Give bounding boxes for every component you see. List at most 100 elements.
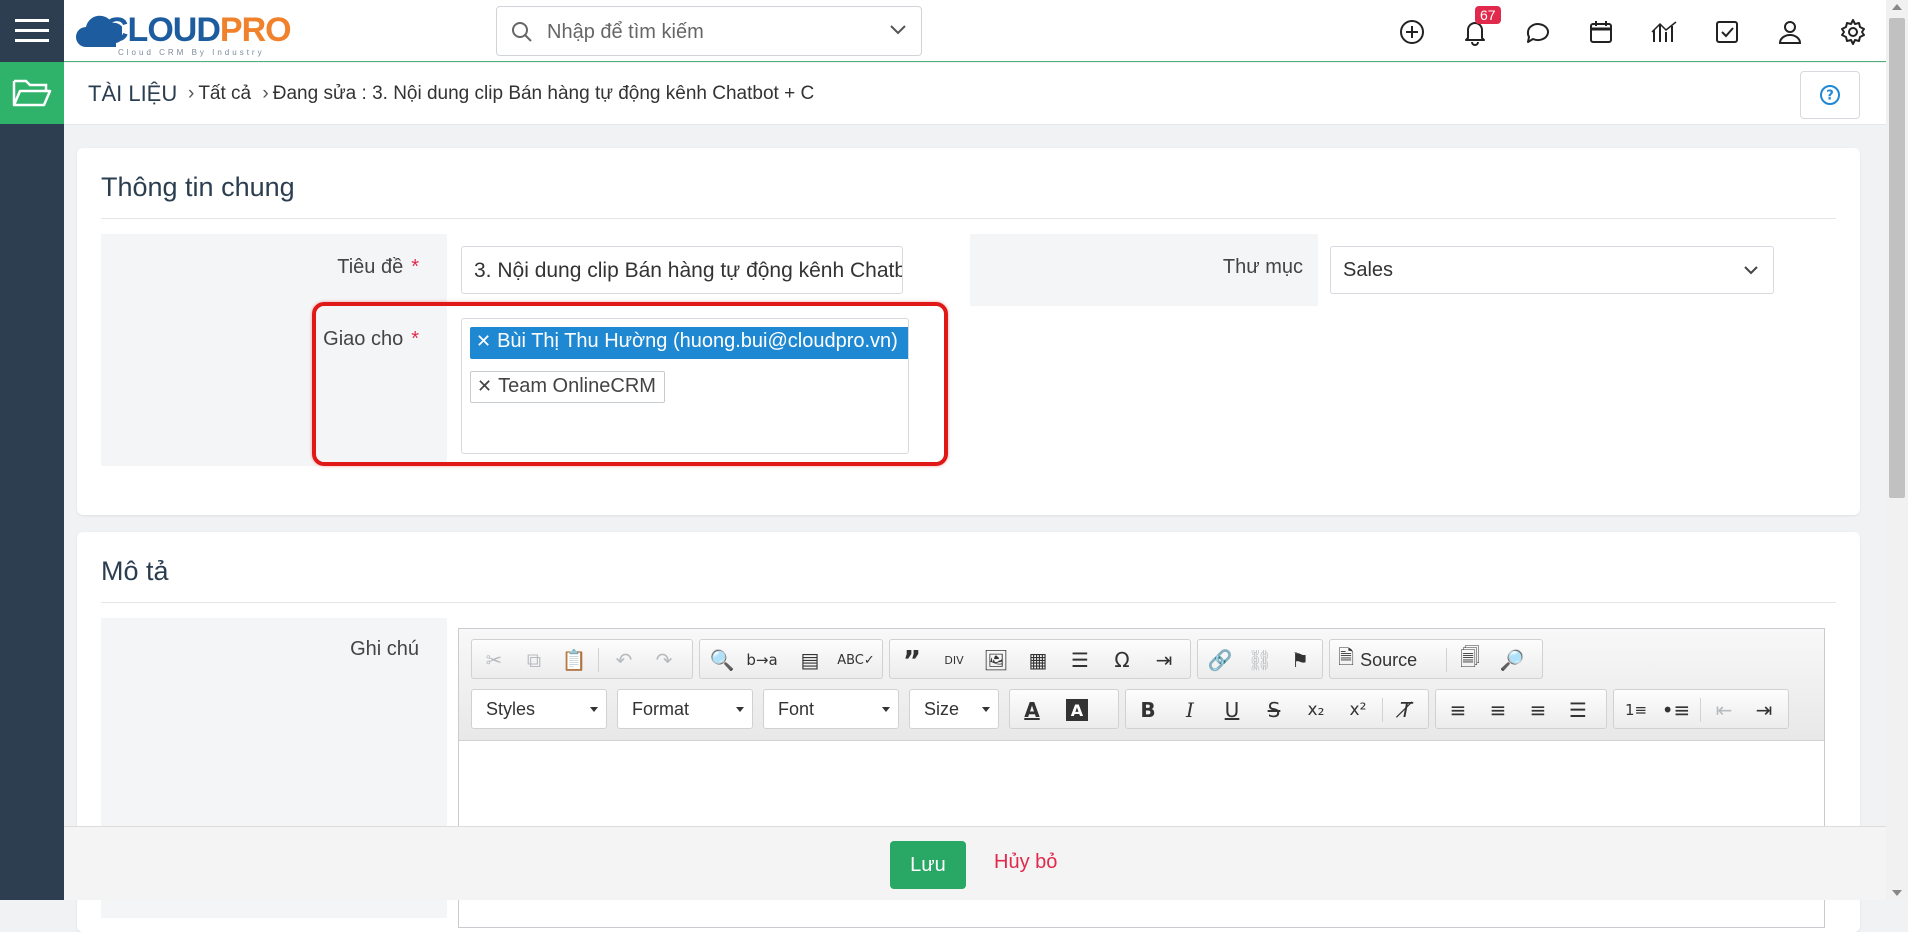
basic-styles-group: B I U S x₂ x² T̸: [1125, 689, 1429, 729]
reports-button[interactable]: [1650, 18, 1678, 46]
bold-icon[interactable]: B: [1134, 696, 1162, 724]
remove-format-icon[interactable]: T̸: [1392, 696, 1420, 724]
italic-icon[interactable]: I: [1176, 696, 1204, 724]
breadcrumb-item-all[interactable]: Tất cả: [198, 83, 251, 104]
save-button[interactable]: Lưu: [890, 841, 966, 889]
folder-open-icon: [12, 79, 52, 107]
color-group: A A: [1009, 689, 1119, 729]
scroll-up-icon[interactable]: [1892, 4, 1902, 10]
assign-field-label: Giao cho *: [323, 328, 419, 350]
list-group: 1≡ •≡ ⇤ ⇥: [1613, 689, 1789, 729]
special-char-icon[interactable]: Ω: [1108, 646, 1136, 674]
align-center-icon[interactable]: ≡: [1484, 696, 1512, 724]
strikethrough-icon[interactable]: S: [1260, 696, 1288, 724]
horizontal-line-icon[interactable]: ☰: [1066, 646, 1094, 674]
global-search[interactable]: [496, 6, 922, 56]
notification-count-badge: 67: [1475, 6, 1501, 24]
help-button[interactable]: ?: [1800, 71, 1860, 119]
hamburger-menu-button[interactable]: [0, 0, 64, 62]
anchor-flag-icon[interactable]: ⚑: [1286, 646, 1314, 674]
div-container-icon[interactable]: DIV: [940, 646, 968, 674]
breadcrumb-trail: › Tất cả › Đang sửa : 3. Nội dung clip Bán…: [182, 83, 814, 105]
blockquote-icon[interactable]: ”: [898, 644, 926, 677]
profile-button[interactable]: [1776, 18, 1804, 46]
search-input[interactable]: [545, 17, 865, 47]
assignee-multiselect[interactable]: ✕ Bùi Thị Thu Hường (huong.bui@cloudpro.v…: [461, 318, 909, 454]
align-justify-icon[interactable]: ☰: [1564, 696, 1592, 724]
assignee-tag[interactable]: ✕ Team OnlineCRM: [470, 371, 665, 403]
select-all-icon[interactable]: ▤: [796, 646, 824, 674]
paste-icon[interactable]: 📋: [560, 646, 588, 674]
spellcheck-icon[interactable]: ABC✓: [837, 646, 875, 674]
title-field-label: Tiêu đề *: [337, 256, 419, 278]
chevron-down-icon: [1744, 266, 1758, 275]
superscript-icon[interactable]: x²: [1344, 696, 1372, 724]
divider: [101, 602, 1836, 603]
source-button[interactable]: 🗎 Source: [1338, 645, 1417, 674]
replace-icon[interactable]: b→a: [746, 646, 777, 674]
undo-icon[interactable]: ↶: [610, 646, 638, 674]
documents-module-button[interactable]: [0, 62, 64, 124]
divider: [101, 218, 1836, 219]
top-header: CLOUDPRO Cloud CRM By Industry 67: [64, 0, 1886, 62]
editor-toolbar: ✂ ⧉ 📋 ↶ ↷ 🔍 b→a ▤ ABC✓ ” DIV 🖼 ▦ ☰ Ω ⇥ 🔗…: [459, 629, 1824, 741]
cut-icon[interactable]: ✂: [480, 646, 508, 674]
background-color-icon[interactable]: A: [1066, 699, 1088, 721]
user-icon: [1778, 21, 1802, 44]
title-field[interactable]: 3. Nội dung clip Bán hàng tự động kênh C…: [461, 246, 903, 294]
description-title: Mô tả: [101, 556, 169, 586]
image-icon[interactable]: 🖼: [982, 646, 1010, 674]
insert-group: ” DIV 🖼 ▦ ☰ Ω ⇥: [889, 639, 1191, 679]
breadcrumb-root[interactable]: TÀI LIỆU: [88, 81, 177, 107]
find-icon[interactable]: 🔍: [708, 646, 736, 674]
page-break-icon[interactable]: ⇥: [1150, 646, 1178, 674]
checklist-icon: [1716, 21, 1738, 43]
font-dropdown[interactable]: Font: [763, 689, 899, 729]
cloudpro-logo[interactable]: CLOUDPRO Cloud CRM By Industry: [74, 5, 304, 57]
assignee-tag[interactable]: ✕ Bùi Thị Thu Hường (huong.bui@cloudpro.v…: [470, 327, 908, 359]
remove-tag-icon[interactable]: ✕: [476, 331, 491, 351]
scroll-down-icon[interactable]: [1892, 890, 1902, 896]
notifications-button[interactable]: 67: [1461, 6, 1501, 46]
size-dropdown[interactable]: Size: [909, 689, 999, 729]
plus-circle-icon: [1400, 20, 1424, 44]
subscript-icon[interactable]: x₂: [1302, 696, 1330, 724]
link-group: 🔗 ⛓ ⚑: [1197, 639, 1323, 679]
text-color-icon[interactable]: A: [1018, 696, 1046, 724]
unlink-icon[interactable]: ⛓: [1246, 646, 1274, 674]
align-group: ≡ ≡ ≡ ☰: [1435, 689, 1607, 729]
remove-tag-icon[interactable]: ✕: [477, 376, 492, 396]
bullet-list-icon[interactable]: •≡: [1662, 696, 1691, 724]
underline-icon[interactable]: U: [1218, 696, 1246, 724]
breadcrumb-item-editing: Đang sửa : 3. Nội dung clip Bán hàng tự …: [272, 83, 815, 104]
preview-icon[interactable]: 🔎: [1498, 646, 1526, 674]
format-dropdown[interactable]: Format: [617, 689, 753, 729]
link-icon[interactable]: 🔗: [1206, 646, 1234, 674]
chevron-down-icon[interactable]: [889, 24, 907, 36]
tasks-button[interactable]: [1713, 18, 1741, 46]
copy-icon[interactable]: ⧉: [520, 646, 548, 674]
outdent-icon[interactable]: ⇤: [1710, 696, 1738, 724]
settings-button[interactable]: [1839, 18, 1867, 46]
chevron-right-icon: ›: [188, 83, 195, 104]
calendar-button[interactable]: [1587, 18, 1615, 46]
table-icon[interactable]: ▦: [1024, 646, 1052, 674]
redo-icon[interactable]: ↷: [650, 646, 678, 674]
folder-select[interactable]: Sales: [1330, 246, 1774, 294]
general-info-card: Thông tin chung Tiêu đề * 3. Nội dung cli…: [77, 148, 1860, 515]
cancel-link[interactable]: Hủy bỏ: [994, 851, 1057, 874]
styles-dropdown[interactable]: Styles: [471, 689, 607, 729]
align-right-icon[interactable]: ≡: [1524, 696, 1552, 724]
folder-field-label: Thư mục: [1222, 256, 1303, 278]
chat-button[interactable]: [1524, 18, 1552, 46]
clipboard-group: ✂ ⧉ 📋 ↶ ↷: [471, 639, 693, 679]
templates-icon[interactable]: 🗐: [1456, 645, 1484, 674]
add-button[interactable]: [1398, 18, 1426, 46]
indent-icon[interactable]: ⇥: [1750, 696, 1778, 724]
hamburger-icon: [15, 19, 49, 42]
scrollbar-thumb[interactable]: [1889, 18, 1905, 498]
search-icon: [512, 22, 532, 42]
page-scrollbar[interactable]: [1886, 0, 1908, 900]
numbered-list-icon[interactable]: 1≡: [1622, 696, 1650, 724]
align-left-icon[interactable]: ≡: [1444, 696, 1472, 724]
